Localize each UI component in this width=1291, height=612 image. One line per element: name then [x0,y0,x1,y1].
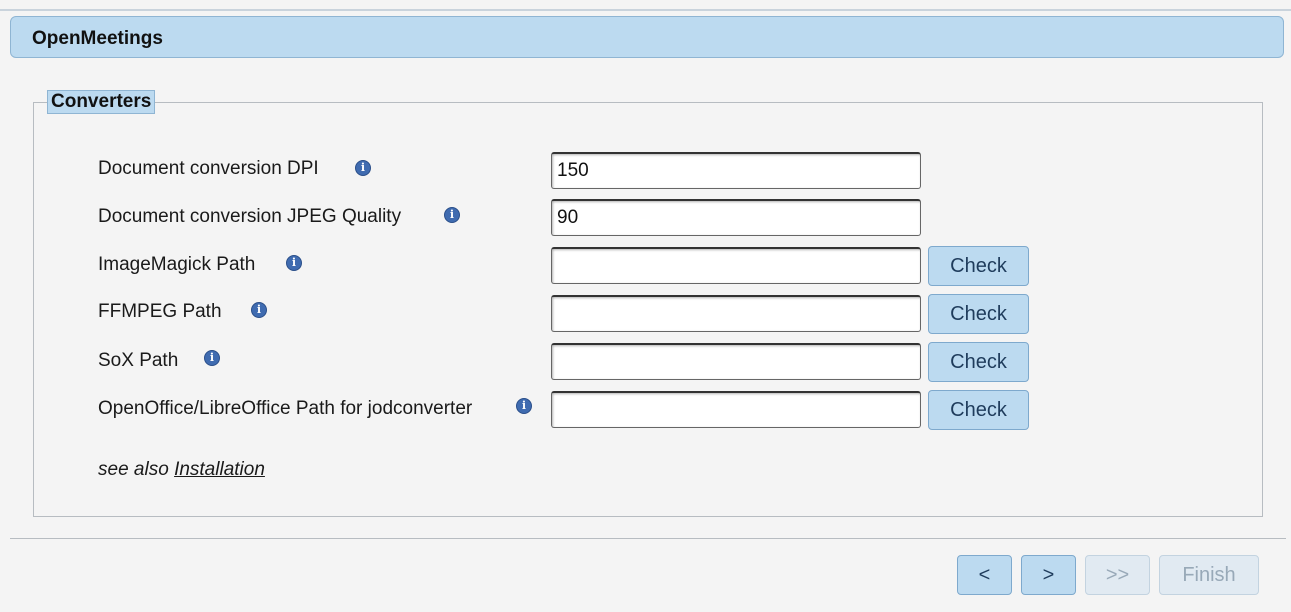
info-icon[interactable] [516,398,532,414]
footer-divider [10,538,1286,539]
info-icon[interactable] [204,350,220,366]
app-title: OpenMeetings [32,28,163,49]
ffmpeg-check-button[interactable]: Check [928,294,1029,334]
info-icon[interactable] [444,207,460,223]
section-legend: Converters [47,90,156,114]
info-icon[interactable] [286,255,302,271]
ffmpeg-path-label: FFMPEG Path [98,301,222,322]
imagemagick-check-button[interactable]: Check [928,246,1029,286]
imagemagick-path-input[interactable] [551,247,921,284]
sox-path-label: SoX Path [98,350,179,371]
next-button[interactable]: > [1021,555,1076,595]
last-button[interactable]: >> [1085,555,1150,595]
openoffice-check-button[interactable]: Check [928,390,1029,430]
jpeg-quality-input[interactable] [551,199,921,236]
see-also-note: see also Installation [98,459,265,481]
finish-button[interactable]: Finish [1159,555,1259,595]
info-icon[interactable] [355,160,371,176]
top-border [0,9,1291,11]
prev-button[interactable]: < [957,555,1012,595]
openoffice-path-input[interactable] [551,391,921,428]
openoffice-path-label: OpenOffice/LibreOffice Path for jodconve… [98,398,473,419]
dpi-input[interactable] [551,152,921,189]
installation-link[interactable]: Installation [174,459,265,480]
see-also-prefix: see also [98,459,169,480]
sox-check-button[interactable]: Check [928,342,1029,382]
sox-path-input[interactable] [551,343,921,380]
app-header: OpenMeetings [10,16,1284,58]
jpeg-quality-label: Document conversion JPEG Quality [98,206,402,227]
dpi-label: Document conversion DPI [98,158,319,179]
imagemagick-path-label: ImageMagick Path [98,254,256,275]
ffmpeg-path-input[interactable] [551,295,921,332]
info-icon[interactable] [251,302,267,318]
